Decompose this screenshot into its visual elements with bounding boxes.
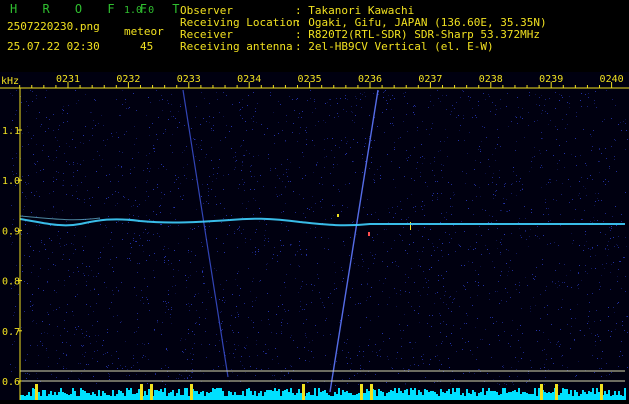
meteor-label: meteor [124, 25, 164, 38]
level-spike [302, 384, 305, 400]
x-tick-label: 0232 [116, 74, 140, 85]
app-title: H R O F F T [10, 2, 189, 16]
x-tick-label: 0237 [418, 74, 442, 85]
spectrogram: kHz 0231 0232 0233 0234 0235 0236 0237 0238 0239 0… [0, 72, 629, 400]
level-spike [370, 384, 373, 400]
antenna-value: : 2el-HB9CV Vertical (el. E-W) [295, 40, 494, 53]
x-tick-label: 0235 [298, 74, 322, 85]
y-tick-label: 1.0 [2, 176, 20, 187]
meteor-ping [368, 232, 370, 236]
antenna-label: Receiving antenna [180, 40, 293, 53]
y-tick-label: 0.8 [2, 277, 20, 288]
y-tick-label: 1.1 [2, 126, 20, 137]
meteor-ping [337, 214, 339, 217]
y-tick-label: 0.7 [2, 327, 20, 338]
level-spike [540, 384, 543, 400]
datetime: 25.07.22 02:30 [7, 40, 100, 53]
level-spike [35, 384, 38, 400]
x-tick-label: 0238 [479, 74, 503, 85]
level-spike [140, 384, 143, 400]
x-tick-label: 0239 [539, 74, 563, 85]
level-spike [555, 384, 558, 400]
x-tick-label: 0240 [600, 74, 624, 85]
y-tick-label: 0.9 [2, 226, 20, 237]
header-panel: H R O F F T 1.0.0 2507220230.png 25.07.2… [0, 0, 629, 72]
meteor-count: 45 [140, 40, 154, 53]
y-axis-unit: kHz [1, 76, 19, 87]
spectrogram-panel: kHz 0231 0232 0233 0234 0235 0236 0237 0238 0239 0… [0, 72, 629, 400]
x-tick-label: 0233 [177, 74, 201, 85]
filename: 2507220230.png [7, 20, 100, 33]
app-version: 1.0.0 [124, 5, 155, 16]
level-spike [150, 384, 153, 400]
level-spike [600, 384, 603, 400]
level-spike [360, 384, 363, 400]
level-spike [190, 384, 193, 400]
x-tick-label: 0236 [358, 74, 382, 85]
x-tick-label: 0234 [237, 74, 261, 85]
x-tick-label: 0231 [56, 74, 80, 85]
y-tick-label: 0.6 [2, 377, 20, 388]
